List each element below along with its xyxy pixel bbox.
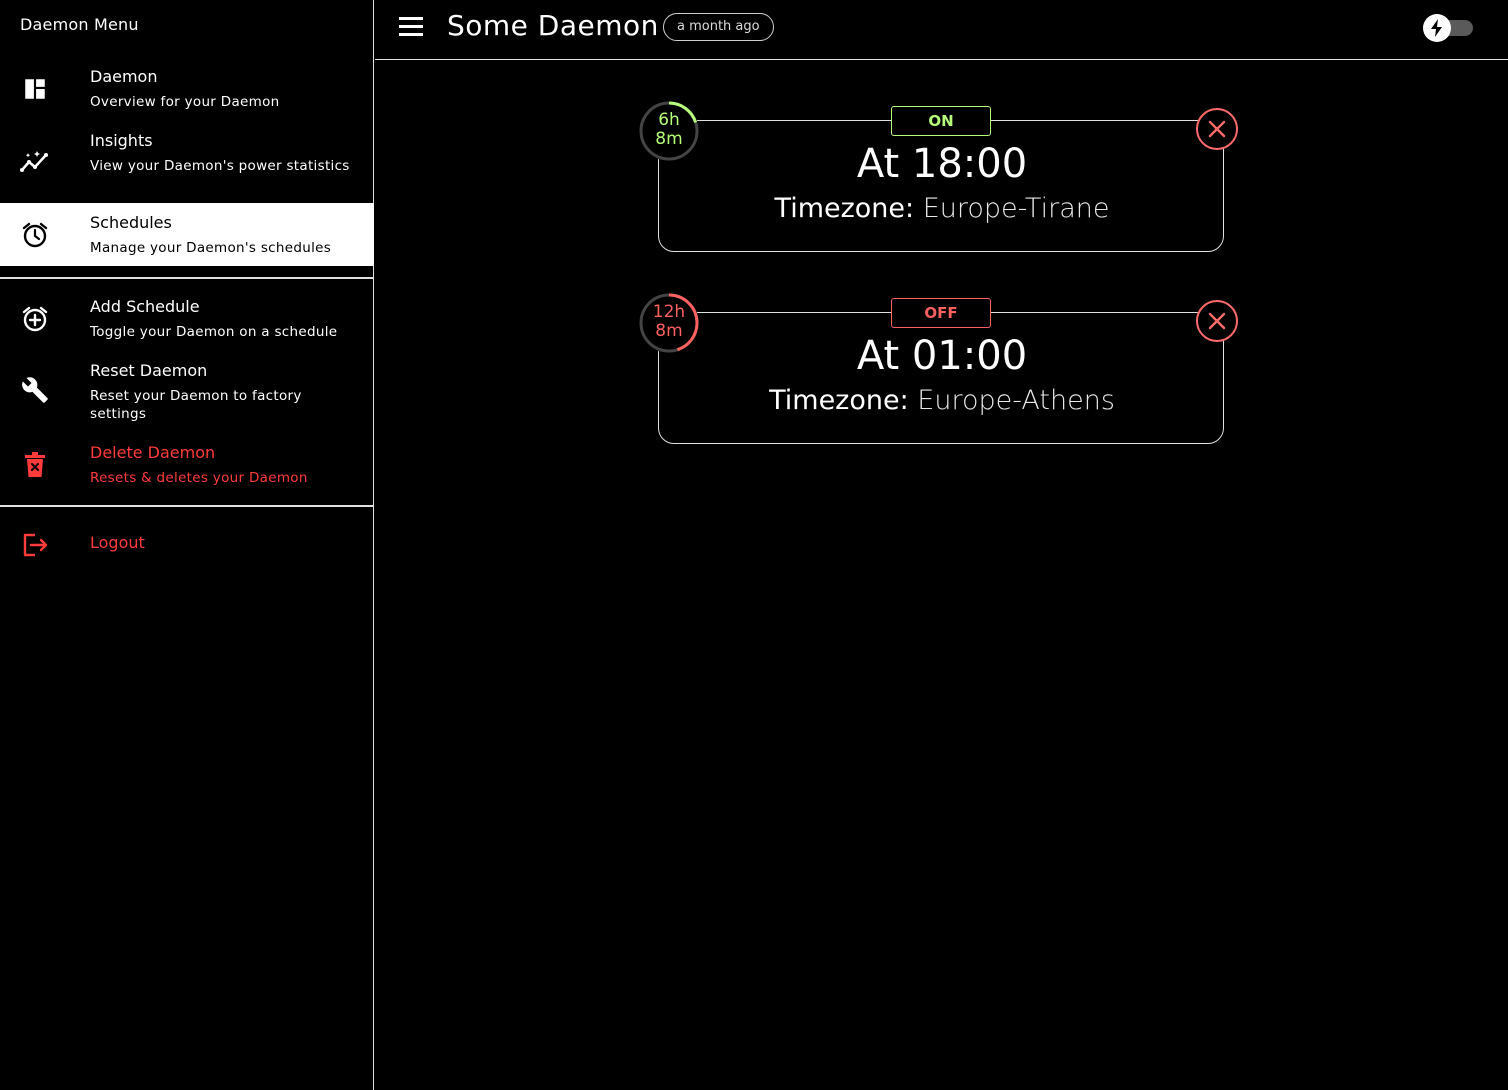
app-header: Some Daemon a month ago	[375, 0, 1508, 60]
sidebar-item-subtitle: View your Daemon's power statistics	[90, 158, 350, 174]
delete-schedule-button[interactable]	[1196, 300, 1238, 342]
alarm-icon	[20, 220, 50, 250]
schedule-time: At 01:00	[856, 333, 1028, 379]
sidebar-divider	[0, 277, 374, 279]
sidebar-item-insights[interactable]: Insights View your Daemon's power statis…	[0, 124, 374, 202]
schedule-card: ON 6h 8m At 18:00 Timezone: Europe-Tiran…	[639, 101, 1238, 252]
power-toggle[interactable]	[1423, 14, 1475, 42]
menu-icon[interactable]	[399, 17, 423, 37]
sidebar-item-reset-daemon[interactable]: Reset Daemon Reset your Daemon to factor…	[0, 354, 374, 432]
sidebar-item-label: Insights	[90, 131, 153, 150]
logout-icon	[20, 530, 50, 560]
sidebar-title: Daemon Menu	[20, 15, 139, 34]
schedule-timezone: Timezone: Europe-Tirane	[774, 193, 1110, 224]
sidebar-item-label: Delete Daemon	[90, 443, 216, 462]
sidebar-item-subtitle: Reset your Daemon to factory settings	[90, 388, 302, 422]
bolt-icon	[1423, 14, 1451, 42]
page-title: Some Daemon	[447, 9, 659, 42]
status-badge: OFF	[891, 298, 991, 328]
sidebar-item-subtitle: Manage your Daemon's schedules	[90, 240, 332, 256]
sidebar-item-label: Logout	[90, 533, 145, 552]
sidebar-item-schedules[interactable]: Schedules Manage your Daemon's schedules	[0, 203, 374, 266]
dashboard-icon	[20, 74, 50, 104]
sidebar-item-daemon[interactable]: Daemon Overview for your Daemon	[0, 60, 374, 122]
sidebar-item-add-schedule[interactable]: Add Schedule Toggle your Daemon on a sch…	[0, 290, 374, 352]
trash-icon	[20, 450, 50, 480]
close-icon	[1208, 312, 1226, 330]
sidebar-item-label: Daemon	[90, 67, 158, 86]
wrench-icon	[20, 375, 50, 405]
sidebar-divider	[0, 505, 374, 507]
sidebar-item-delete-daemon[interactable]: Delete Daemon Resets & deletes your Daem…	[0, 436, 374, 498]
sidebar-item-subtitle: Resets & deletes your Daemon	[90, 470, 308, 486]
alarm-add-icon	[20, 304, 50, 334]
sidebar-item-label: Schedules	[90, 213, 172, 232]
status-badge: ON	[891, 106, 991, 136]
sidebar-item-subtitle: Overview for your Daemon	[90, 94, 280, 110]
close-icon	[1208, 120, 1226, 138]
sidebar-item-label: Add Schedule	[90, 297, 200, 316]
delete-schedule-button[interactable]	[1196, 108, 1238, 150]
insights-icon	[20, 146, 50, 176]
sidebar-item-subtitle: Toggle your Daemon on a schedule	[90, 324, 338, 340]
sidebar-item-logout[interactable]: Logout	[0, 518, 374, 572]
sidebar-item-label: Reset Daemon	[90, 361, 208, 380]
schedule-timezone: Timezone: Europe-Athens	[769, 385, 1115, 416]
last-seen-badge: a month ago	[663, 13, 774, 41]
sidebar: Daemon Menu Daemon Overview for your Dae…	[0, 0, 374, 1090]
schedule-card: OFF 12h 8m At 01:00 Timezone: Europe-Ath…	[639, 293, 1238, 444]
schedule-time: At 18:00	[856, 141, 1028, 187]
